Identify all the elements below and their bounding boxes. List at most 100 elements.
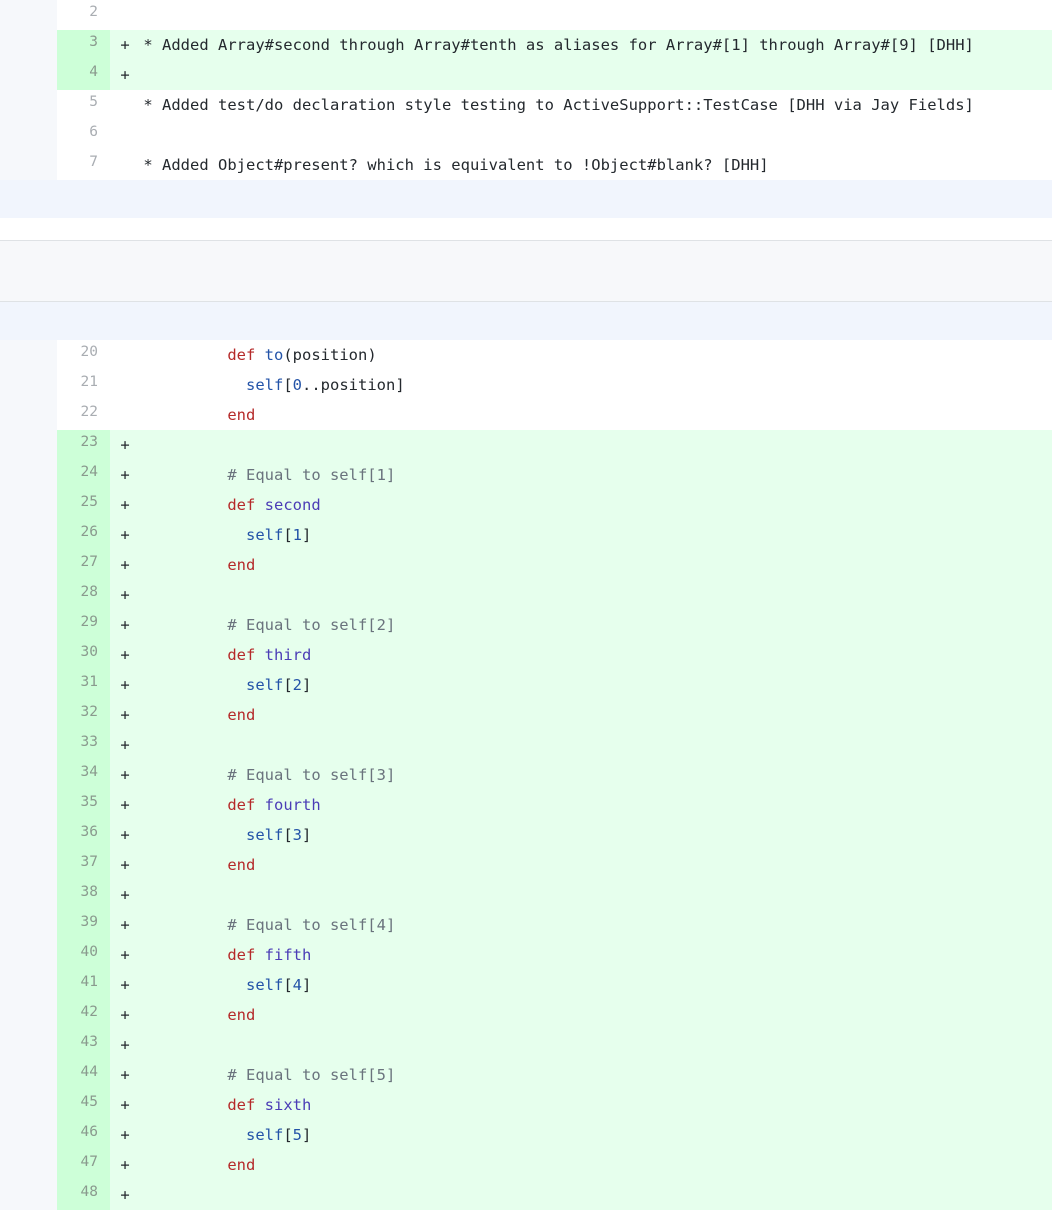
diff-gutter [0, 580, 57, 610]
line-number[interactable]: 35 [57, 790, 110, 820]
code-content [134, 880, 1052, 910]
code-content [134, 580, 1052, 610]
line-number[interactable]: 30 [57, 640, 110, 670]
line-number[interactable]: 29 [57, 610, 110, 640]
line-number[interactable]: 46 [57, 1120, 110, 1150]
keyword-def: def [227, 346, 256, 364]
line-number[interactable]: 36 [57, 820, 110, 850]
line-number[interactable]: 21 [57, 370, 110, 400]
line-number[interactable]: 44 [57, 1060, 110, 1090]
line-number[interactable]: 7 [57, 150, 110, 180]
code-comment: # Equal to self[1] [227, 466, 396, 484]
line-number[interactable]: 43 [57, 1030, 110, 1060]
code-content: def second [134, 490, 1052, 520]
keyword-def: def [227, 1096, 256, 1114]
diff-gutter [0, 850, 57, 880]
line-number[interactable]: 47 [57, 1150, 110, 1180]
added-line: 48 + [0, 1180, 1052, 1210]
line-number[interactable]: 24 [57, 460, 110, 490]
code-comment: # Equal to self[3] [227, 766, 396, 784]
diff-gutter [0, 970, 57, 1000]
diff-sign [110, 0, 134, 30]
diff-gutter [0, 820, 57, 850]
line-number[interactable]: 26 [57, 520, 110, 550]
keyword-def: def [227, 946, 256, 964]
diff-sign: + [120, 36, 130, 54]
line-number[interactable]: 31 [57, 670, 110, 700]
file-gap [0, 218, 1052, 240]
line-number[interactable]: 3 [57, 30, 110, 60]
code-content: def to(position) [134, 340, 1052, 370]
diff-gutter [0, 610, 57, 640]
line-number[interactable]: 45 [57, 1090, 110, 1120]
line-number[interactable]: 20 [57, 340, 110, 370]
code-content: self[0..position] [134, 370, 1052, 400]
params: (position) [283, 346, 377, 364]
line-number[interactable]: 22 [57, 400, 110, 430]
line-number[interactable]: 2 [57, 0, 110, 30]
added-line: 45 + def sixth [0, 1090, 1052, 1120]
diff-sign: + [120, 526, 130, 544]
diff-sign: + [120, 436, 130, 454]
context-line: 21 self[0..position] [0, 370, 1052, 400]
diff-hunk-array-access: 20 def to(position) 21 self[0..position] 2… [0, 340, 1052, 1210]
added-line: 46 + self[5] [0, 1120, 1052, 1150]
diff-gutter [0, 1000, 57, 1030]
line-number[interactable]: 32 [57, 700, 110, 730]
line-number[interactable]: 37 [57, 850, 110, 880]
added-line: 29 + # Equal to self[2] [0, 610, 1052, 640]
diff-sign: + [120, 676, 130, 694]
diff-gutter [0, 760, 57, 790]
diff-sign: + [120, 1096, 130, 1114]
line-number[interactable]: 42 [57, 1000, 110, 1030]
diff-gutter [0, 1120, 57, 1150]
diff-sign: + [120, 796, 130, 814]
keyword-end: end [227, 406, 256, 424]
line-number[interactable]: 25 [57, 490, 110, 520]
line-number[interactable]: 5 [57, 90, 110, 120]
added-line: 24 + # Equal to self[1] [0, 460, 1052, 490]
line-number[interactable]: 41 [57, 970, 110, 1000]
diff-gutter [0, 1030, 57, 1060]
diff-gutter [0, 460, 57, 490]
diff-sign: + [120, 826, 130, 844]
diff-gutter [0, 90, 57, 120]
diff-sign: + [120, 946, 130, 964]
keyword-end: end [227, 1156, 256, 1174]
diff-sign: + [120, 886, 130, 904]
hunk-expander-bar-2[interactable] [0, 302, 1052, 340]
diff-gutter [0, 790, 57, 820]
line-number[interactable]: 4 [57, 60, 110, 90]
diff-gutter [0, 670, 57, 700]
line-number[interactable]: 33 [57, 730, 110, 760]
diff-gutter [0, 1060, 57, 1090]
line-number[interactable]: 6 [57, 120, 110, 150]
line-number[interactable]: 38 [57, 880, 110, 910]
added-line: 26 + self[1] [0, 520, 1052, 550]
line-number[interactable]: 40 [57, 940, 110, 970]
diff-sign: + [120, 736, 130, 754]
diff-gutter [0, 880, 57, 910]
index-literal: 3 [292, 826, 302, 844]
added-line: 27 + end [0, 550, 1052, 580]
line-number[interactable]: 48 [57, 1180, 110, 1210]
added-line: 38 + [0, 880, 1052, 910]
method-name: sixth [264, 1096, 312, 1114]
line-number[interactable]: 34 [57, 760, 110, 790]
added-line: 23 + [0, 430, 1052, 460]
line-number[interactable]: 39 [57, 910, 110, 940]
added-line: 43 + [0, 1030, 1052, 1060]
self-keyword: self [245, 526, 284, 544]
diff-sign: + [120, 616, 130, 634]
code-content [134, 730, 1052, 760]
line-number[interactable]: 23 [57, 430, 110, 460]
added-line: 42 + end [0, 1000, 1052, 1030]
self-keyword: self [245, 976, 284, 994]
line-number[interactable]: 27 [57, 550, 110, 580]
diff-sign [110, 340, 134, 370]
diff-gutter [0, 0, 57, 30]
line-number[interactable]: 28 [57, 580, 110, 610]
keyword-def: def [227, 646, 256, 664]
diff-gutter [0, 940, 57, 970]
hunk-expander-bar[interactable] [0, 180, 1052, 218]
